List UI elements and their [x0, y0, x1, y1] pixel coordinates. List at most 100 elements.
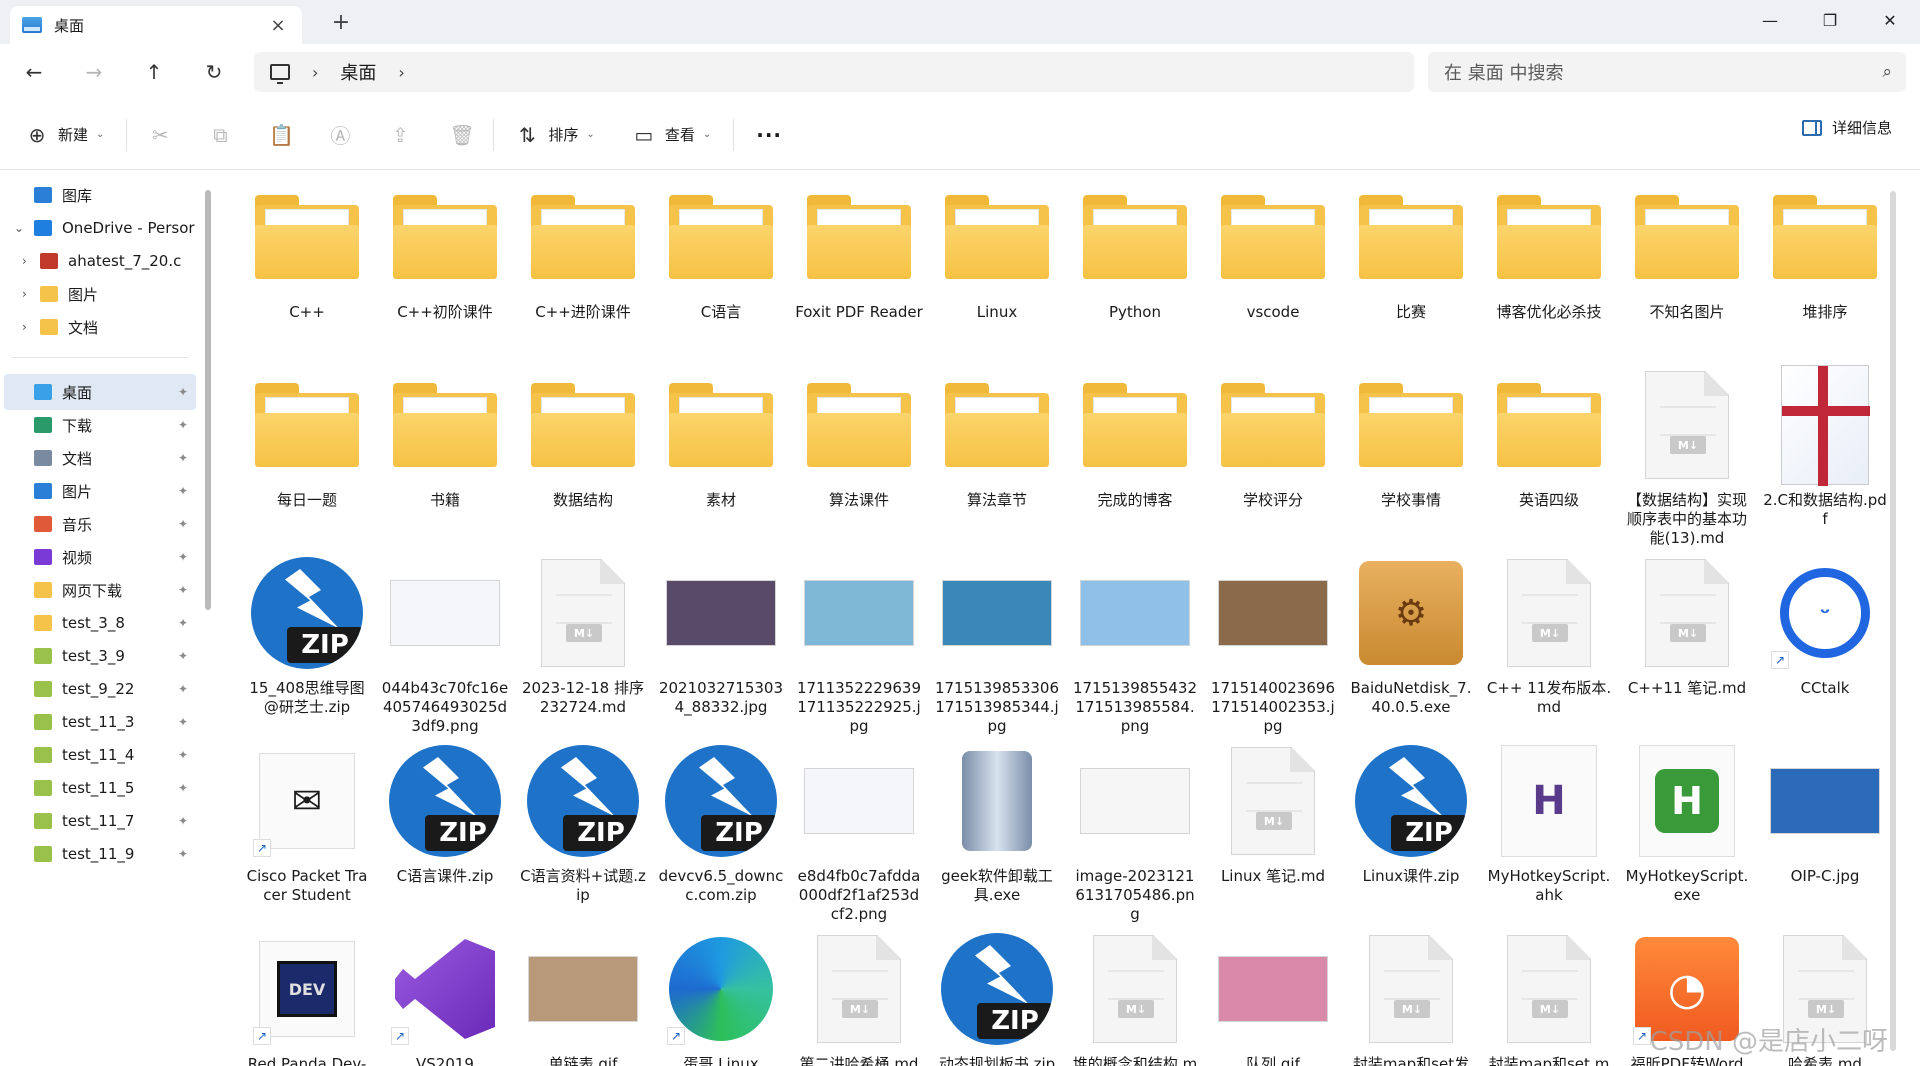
sidebar-item[interactable]: test_11_4 ✦	[4, 737, 196, 773]
close-tab-button[interactable]: ×	[266, 15, 290, 36]
file-item[interactable]: vscode	[1204, 177, 1342, 365]
minimize-button[interactable]: —	[1740, 0, 1800, 40]
file-item[interactable]: M↓ 第二讲哈希桶.md	[790, 929, 928, 1066]
details-pane-button[interactable]: 详细信息	[1801, 117, 1892, 138]
file-item[interactable]: 堆排序	[1756, 177, 1894, 365]
new-button[interactable]: ⊕ 新建 ⌄	[26, 117, 105, 153]
pin-icon[interactable]: ✦	[178, 583, 188, 597]
pin-icon[interactable]: ✦	[178, 385, 188, 399]
file-item[interactable]: ↗ VS2019	[376, 929, 514, 1066]
more-options-button[interactable]: ···	[756, 117, 782, 153]
pin-icon[interactable]: ✦	[178, 451, 188, 465]
sidebar-item[interactable]: test_3_8 ✦	[4, 605, 196, 641]
file-item[interactable]: M↓ 封装map和set.md	[1480, 929, 1618, 1066]
file-item[interactable]: M↓ 【数据结构】实现顺序表中的基本功能(13).md	[1618, 365, 1756, 553]
file-item[interactable]: ✉ ↗ Cisco Packet Tracer Student	[238, 741, 376, 929]
chevron-right-icon[interactable]: ›	[22, 254, 27, 268]
computer-icon[interactable]	[270, 64, 290, 84]
file-item[interactable]: M↓ C++ 11发布版本.md	[1480, 553, 1618, 741]
sidebar-item[interactable]: 桌面 ✦	[4, 374, 196, 410]
pin-icon[interactable]: ✦	[178, 682, 188, 696]
file-item[interactable]: ZIP 动态规划板书.zip	[928, 929, 1066, 1066]
chevron-right-icon[interactable]: ›	[22, 320, 27, 334]
file-item[interactable]: H MyHotkeyScript.ahk	[1480, 741, 1618, 929]
sort-button[interactable]: ⇅ 排序 ⌄	[516, 117, 595, 153]
file-item[interactable]: ZIP devcv6.5_downcc.com.zip	[652, 741, 790, 929]
sidebar-scrollbar[interactable]	[205, 190, 211, 610]
file-item[interactable]: C语言	[652, 177, 790, 365]
sidebar-item[interactable]: test_11_9 ✦	[4, 836, 196, 872]
breadcrumb-desktop[interactable]: 桌面	[340, 59, 376, 85]
file-item[interactable]: 不知名图片	[1618, 177, 1756, 365]
delete-icon[interactable]: 🗑	[449, 123, 474, 147]
pin-icon[interactable]: ✦	[178, 649, 188, 663]
file-item[interactable]: 单链表.gif	[514, 929, 652, 1066]
file-item[interactable]: ZIP 15_408思维导图@研芝士.zip	[238, 553, 376, 741]
pin-icon[interactable]: ✦	[178, 748, 188, 762]
sidebar-item[interactable]: 网页下载 ✦	[4, 572, 196, 608]
file-item[interactable]: C++进阶课件	[514, 177, 652, 365]
file-item[interactable]: M↓ 2023-12-18 排序 232724.md	[514, 553, 652, 741]
file-item[interactable]: 1715139855432171513985584.png	[1066, 553, 1204, 741]
content-scrollbar[interactable]	[1890, 191, 1896, 1051]
up-button[interactable]: ↑	[136, 56, 172, 88]
pin-icon[interactable]: ✦	[178, 616, 188, 630]
pin-icon[interactable]: ✦	[178, 814, 188, 828]
file-item[interactable]: 数据结构	[514, 365, 652, 553]
file-item[interactable]: ZIP Linux课件.zip	[1342, 741, 1480, 929]
file-item[interactable]: 博客优化必杀技	[1480, 177, 1618, 365]
sidebar-item[interactable]: 视频 ✦	[4, 539, 196, 575]
pin-icon[interactable]: ✦	[178, 484, 188, 498]
file-item[interactable]: M↓ C++11 笔记.md	[1618, 553, 1756, 741]
breadcrumb-separator[interactable]: ›	[312, 63, 318, 82]
file-item[interactable]: M↓ 堆的概念和结构.md	[1066, 929, 1204, 1066]
sidebar-item[interactable]: 图库	[4, 177, 196, 213]
file-item[interactable]: M↓ Linux 笔记.md	[1204, 741, 1342, 929]
file-item[interactable]: ᵕ ↗ CCtalk	[1756, 553, 1894, 741]
file-item[interactable]: Foxit PDF Reader	[790, 177, 928, 365]
search-input[interactable]: 在 桌面 中搜索 ⌕	[1428, 52, 1906, 92]
file-item[interactable]: e8d4fb0c7afdda000df2f1af253dcf2.png	[790, 741, 928, 929]
file-item[interactable]: Linux	[928, 177, 1066, 365]
share-icon[interactable]: ⇪	[389, 123, 411, 147]
file-item[interactable]: geek软件卸载工具.exe	[928, 741, 1066, 929]
file-item[interactable]: C++初阶课件	[376, 177, 514, 365]
sidebar-item[interactable]: test_11_7 ✦	[4, 803, 196, 839]
file-item[interactable]: 1715139853306171513985344.jpg	[928, 553, 1066, 741]
file-item[interactable]: M↓ 封装map和set发布版本.md	[1342, 929, 1480, 1066]
file-item[interactable]: 算法课件	[790, 365, 928, 553]
file-item[interactable]: 2.C和数据结构.pdf	[1756, 365, 1894, 553]
pin-icon[interactable]: ✦	[178, 715, 188, 729]
breadcrumb-separator[interactable]: ›	[398, 63, 404, 82]
sidebar-item[interactable]: test_3_9 ✦	[4, 638, 196, 674]
file-item[interactable]: 044b43c70fc16e405746493025d3df9.png	[376, 553, 514, 741]
back-button[interactable]: ←	[16, 56, 52, 88]
sidebar-item[interactable]: 图片 ✦	[4, 473, 196, 509]
file-item[interactable]: Python	[1066, 177, 1204, 365]
file-item[interactable]: 英语四级	[1480, 365, 1618, 553]
paste-icon[interactable]: 📋	[269, 123, 294, 147]
sidebar-item[interactable]: 音乐 ✦	[4, 506, 196, 542]
chevron-down-icon[interactable]: ⌄	[14, 221, 24, 235]
cut-icon[interactable]: ✂	[149, 123, 171, 147]
sidebar-item[interactable]: test_11_5 ✦	[4, 770, 196, 806]
file-item[interactable]: ⚙ BaiduNetdisk_7.40.0.5.exe	[1342, 553, 1480, 741]
close-window-button[interactable]: ✕	[1860, 0, 1920, 40]
sidebar-item[interactable]: 文档 ✦	[4, 440, 196, 476]
sidebar-item[interactable]: test_9_22 ✦	[4, 671, 196, 707]
file-item[interactable]: 书籍	[376, 365, 514, 553]
file-item[interactable]: image-20231216131705486.png	[1066, 741, 1204, 929]
pin-icon[interactable]: ✦	[178, 418, 188, 432]
chevron-right-icon[interactable]: ›	[22, 287, 27, 301]
file-item[interactable]: 1711352229639171135222925.jpg	[790, 553, 928, 741]
rename-icon[interactable]: Ⓐ	[329, 120, 351, 149]
file-item[interactable]: ↗ 蛋哥.Linux	[652, 929, 790, 1066]
file-item[interactable]: ZIP C语言课件.zip	[376, 741, 514, 929]
file-item[interactable]: 算法章节	[928, 365, 1066, 553]
sidebar-item[interactable]: 下载 ✦	[4, 407, 196, 443]
copy-icon[interactable]: ⧉	[209, 123, 231, 147]
file-item[interactable]: ZIP C语言资料+试题.zip	[514, 741, 652, 929]
forward-button[interactable]: →	[76, 56, 112, 88]
maximize-button[interactable]: ❐	[1800, 0, 1860, 40]
file-item[interactable]: 比赛	[1342, 177, 1480, 365]
